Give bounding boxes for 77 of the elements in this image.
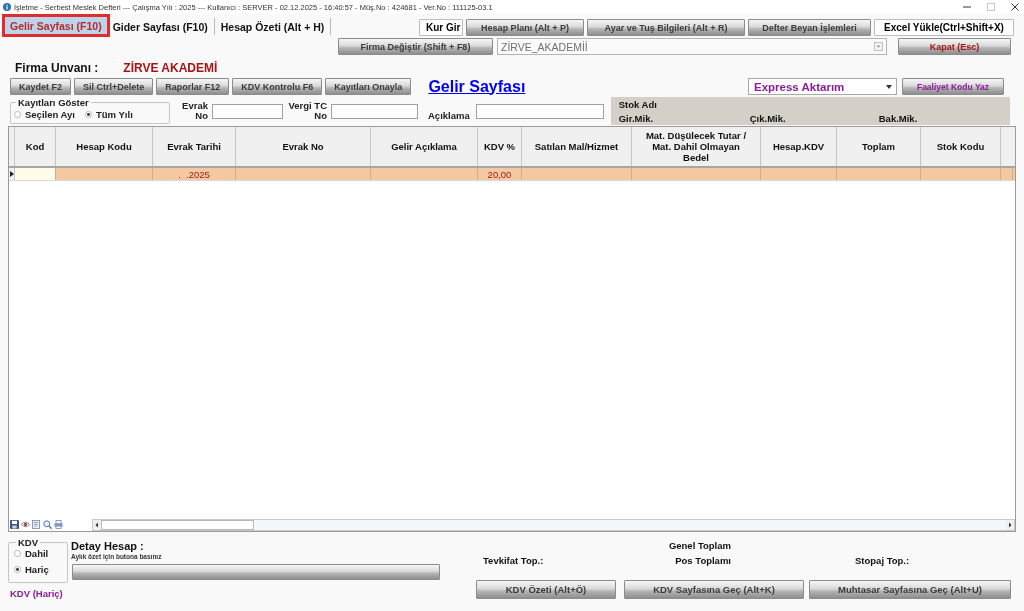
footer-button[interactable]: Muhtasar Sayfasına Geç (Alt+U): [809, 580, 1011, 599]
column-header[interactable]: Evrak No: [236, 127, 371, 166]
column-header[interactable]: Kod: [15, 127, 56, 166]
horizontal-scrollbar[interactable]: [92, 518, 1015, 531]
tab[interactable]: Gider Sayfası (F10): [109, 18, 215, 35]
total-label: Tevkifat Top.:: [482, 555, 544, 566]
monthly-summary-button[interactable]: [72, 564, 440, 580]
footer-button[interactable]: KDV Özeti (Alt+Ö): [476, 580, 616, 599]
table-cell[interactable]: . .2025: [153, 168, 236, 180]
total-label: Genel Toplam: [668, 540, 731, 551]
vat-status-label: KDV (Hariç): [10, 588, 64, 599]
column-header[interactable]: Mat. Düşülecek Tutar / Mat. Dahil Olmayan Bedel: [632, 127, 761, 166]
company-dropdown[interactable]: ZİRVE_AKADEMİİ: [497, 38, 887, 55]
toolbar-button[interactable]: Hesap Planı (Alt + P): [466, 19, 584, 36]
table-row[interactable]: . .2025 20,00: [9, 168, 1015, 181]
action-button[interactable]: Kayıtları Onayla: [325, 78, 412, 95]
input-field[interactable]: [212, 103, 283, 119]
table-cell[interactable]: 20,00: [478, 168, 522, 180]
action-button[interactable]: Sil Ctrl+Delete: [74, 78, 154, 95]
field-label: Evrak No: [181, 101, 208, 121]
action-button[interactable]: KDV Kontrolu F6: [232, 78, 323, 95]
activity-code-button[interactable]: Faaliyet Kodu Yaz: [902, 78, 1004, 95]
field-label: Vergi TC No: [287, 101, 327, 121]
column-header[interactable]: Hesap.KDV: [761, 127, 837, 166]
eye-icon[interactable]: [21, 520, 30, 529]
stock-field-label: Çık.Mik.: [749, 113, 786, 124]
maximize-icon[interactable]: [987, 3, 995, 11]
close-button[interactable]: Kapat (Esc): [898, 38, 1011, 55]
scroll-left-icon[interactable]: [93, 519, 101, 530]
row-pointer-icon: [9, 171, 14, 177]
firm-name: ZİRVE AKADEMİ: [123, 61, 218, 75]
column-header[interactable]: Stok Kodu: [921, 127, 1001, 166]
toolbar-button[interactable]: Ayar ve Tuş Bilgileri (Alt + R): [587, 19, 745, 36]
column-header[interactable]: KDV %: [478, 127, 522, 166]
input-field[interactable]: [475, 103, 604, 119]
column-header[interactable]: Hesap Kodu: [56, 127, 153, 166]
detail-title: Detay Hesap :: [71, 540, 144, 552]
column-header[interactable]: Toplam: [837, 127, 921, 166]
column-header[interactable]: Gelir Açıklama: [371, 127, 478, 166]
firm-label: Firma Unvanı :: [15, 61, 99, 75]
field-label: Açıklama: [428, 108, 470, 121]
group-title: KDV: [17, 537, 40, 548]
toolbar-button[interactable]: Kur Gir: [419, 19, 463, 36]
save-icon[interactable]: [10, 520, 19, 529]
total-label: Pos Toplamı: [675, 555, 731, 566]
document-icon[interactable]: [32, 520, 41, 529]
page-title-link[interactable]: Gelir Sayfası: [428, 77, 526, 96]
printer-icon[interactable]: [54, 520, 63, 529]
search-icon[interactable]: [43, 520, 52, 529]
scroll-thumb[interactable]: [101, 519, 254, 530]
group-title: Kayıtları Göster: [17, 96, 90, 108]
action-button[interactable]: Kaydet F2: [10, 78, 71, 95]
total-label: Stopaj Top.:: [855, 555, 910, 566]
transfer-dropdown[interactable]: Express Aktarım: [748, 78, 897, 95]
action-button[interactable]: Raporlar F12: [156, 78, 230, 95]
scroll-right-icon[interactable]: [1006, 519, 1014, 530]
app-icon: [3, 3, 11, 11]
column-header[interactable]: Evrak Tarihi: [153, 127, 236, 166]
switch-company-button[interactable]: Firma Değiştir (Shift + F8): [338, 38, 493, 55]
dropdown-arrow-icon[interactable]: [874, 42, 883, 51]
toolbar-button[interactable]: Defter Beyan İşlemleri: [748, 19, 871, 36]
column-header[interactable]: Satılan Mal/Hizmet: [522, 127, 632, 166]
footer-button[interactable]: KDV Sayfasına Geç (Alt+K): [624, 580, 804, 599]
caret-icon[interactable]: [886, 84, 892, 89]
radio-option[interactable]: Seçilen Ayı: [14, 109, 75, 120]
close-icon[interactable]: [1011, 3, 1019, 11]
toolbar-button[interactable]: Excel Yükle(Ctrl+Shift+X): [874, 19, 1014, 36]
radio-option[interactable]: Tüm Yılı: [85, 109, 133, 120]
tab[interactable]: Hesap Özeti (Alt + H): [214, 18, 332, 35]
stock-field-label: Bak.Mik.: [878, 113, 918, 124]
input-field[interactable]: [331, 103, 418, 119]
stock-title: Stok Adı: [618, 99, 657, 110]
tab[interactable]: Gelir Sayfası (F10): [2, 14, 110, 37]
radio-option[interactable]: Hariç: [14, 564, 64, 575]
stock-field-label: Gir.Mik.: [618, 113, 654, 124]
radio-option[interactable]: Dahil: [14, 548, 64, 559]
table-cell[interactable]: [15, 168, 56, 180]
